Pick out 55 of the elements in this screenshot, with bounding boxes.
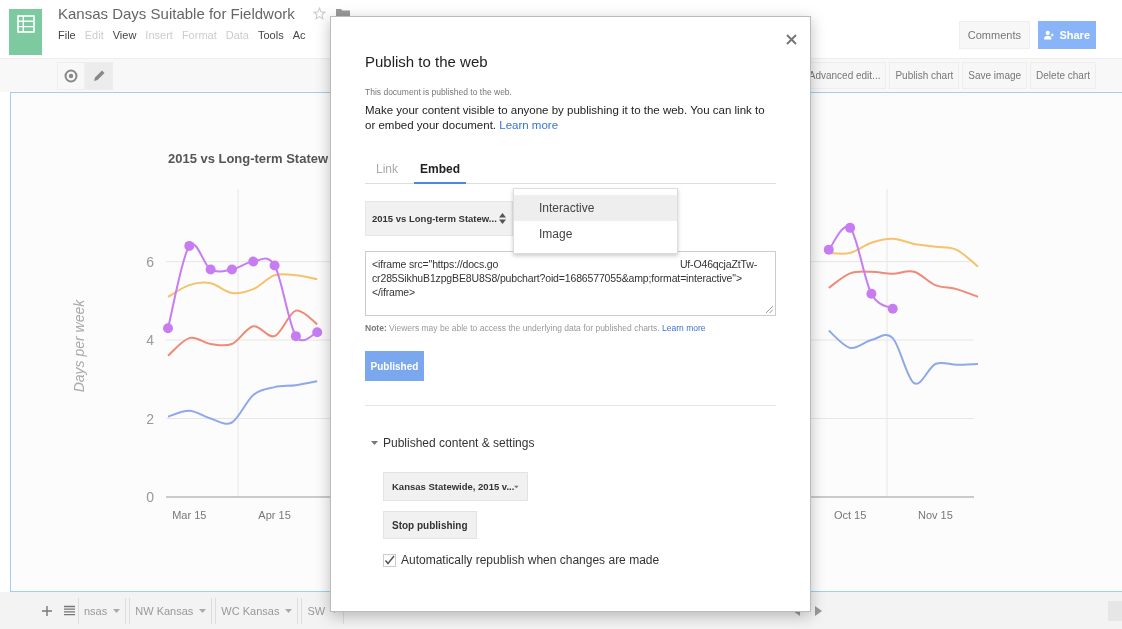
description-text: Make your content visible to anyone by publishing it to the web. You can link to or embed your document. Learn more (365, 103, 766, 133)
sort-arrows-icon (499, 213, 506, 224)
x-tick-label: Nov 15 (917, 509, 953, 521)
y-tick-label: 4 (146, 332, 154, 349)
view-mode-button[interactable] (57, 61, 85, 90)
content-select[interactable]: Kansas Statewide, 2015 v... (383, 472, 528, 501)
star-icon[interactable] (312, 7, 326, 20)
toolbar-button[interactable]: Save image (962, 62, 1028, 89)
sheet-tab[interactable]: nsas (78, 597, 127, 624)
y-tick-label: 6 (146, 253, 154, 270)
edit-mode-button[interactable] (85, 61, 113, 90)
chart-title: 2015 vs Long-term Statew (168, 151, 329, 166)
pencil-icon (92, 68, 106, 83)
menu-item[interactable]: Ac (292, 29, 306, 41)
caret-icon[interactable] (371, 441, 378, 445)
eye-icon (64, 68, 78, 83)
sheet-tab[interactable]: NW Kansas (129, 597, 213, 624)
comments-button[interactable]: Comments (958, 21, 1030, 49)
resize-grip-icon[interactable] (766, 306, 773, 313)
menu-option[interactable]: Interactive (514, 195, 677, 221)
y-tick-label: 0 (146, 489, 154, 505)
caret-icon (285, 608, 293, 613)
x-tick-label: Apr 15 (258, 509, 291, 521)
x-tick-label: Mar 15 (172, 509, 207, 521)
sheet-tab[interactable]: WC Kansas (215, 597, 299, 624)
checkbox[interactable] (383, 553, 396, 567)
x-tick-label: Oct 15 (833, 509, 867, 521)
caret-icon (514, 484, 519, 489)
caret-icon (199, 608, 207, 613)
chart-select[interactable]: 2015 vs Long-term Statew... (365, 201, 513, 236)
menu-item[interactable]: Tools (257, 29, 284, 41)
toolbar-button[interactable]: Delete chart (1030, 62, 1096, 89)
right-arrow-icon[interactable] (815, 605, 822, 616)
stop-publishing-button[interactable]: Stop publishing (383, 511, 477, 539)
tab[interactable]: Embed (414, 159, 467, 184)
person-icon (1044, 29, 1055, 41)
toolbar-button[interactable]: Publish chart (889, 62, 960, 89)
sheet-list-icon[interactable] (64, 605, 75, 616)
add-sheet-icon[interactable] (42, 605, 52, 616)
learn-more-link[interactable]: Learn more (662, 323, 706, 333)
caret-icon (113, 608, 121, 613)
y-axis-title: Days per week (71, 299, 87, 393)
learn-more-link[interactable]: Learn more (499, 119, 559, 131)
close-icon[interactable] (786, 34, 797, 45)
menu-item[interactable]: View (112, 29, 137, 41)
status-text: This document is published to the web. (365, 87, 513, 97)
sheets-logo-icon[interactable] (9, 9, 42, 55)
checkbox-label[interactable]: Automatically republish when changes are made (401, 553, 660, 567)
dialog-title: Publish to the web (365, 53, 489, 70)
menu-item[interactable]: File (58, 29, 76, 41)
document-title[interactable]: Kansas Days Suitable for Fieldwork (58, 5, 295, 22)
note-text: Note: Viewers may be able to access the underlying data for published charts. Learn more (365, 323, 707, 333)
y-tick-label: 2 (146, 410, 154, 427)
section-title[interactable]: Published content & settings (383, 436, 535, 450)
menu-option[interactable]: Image (514, 221, 677, 247)
